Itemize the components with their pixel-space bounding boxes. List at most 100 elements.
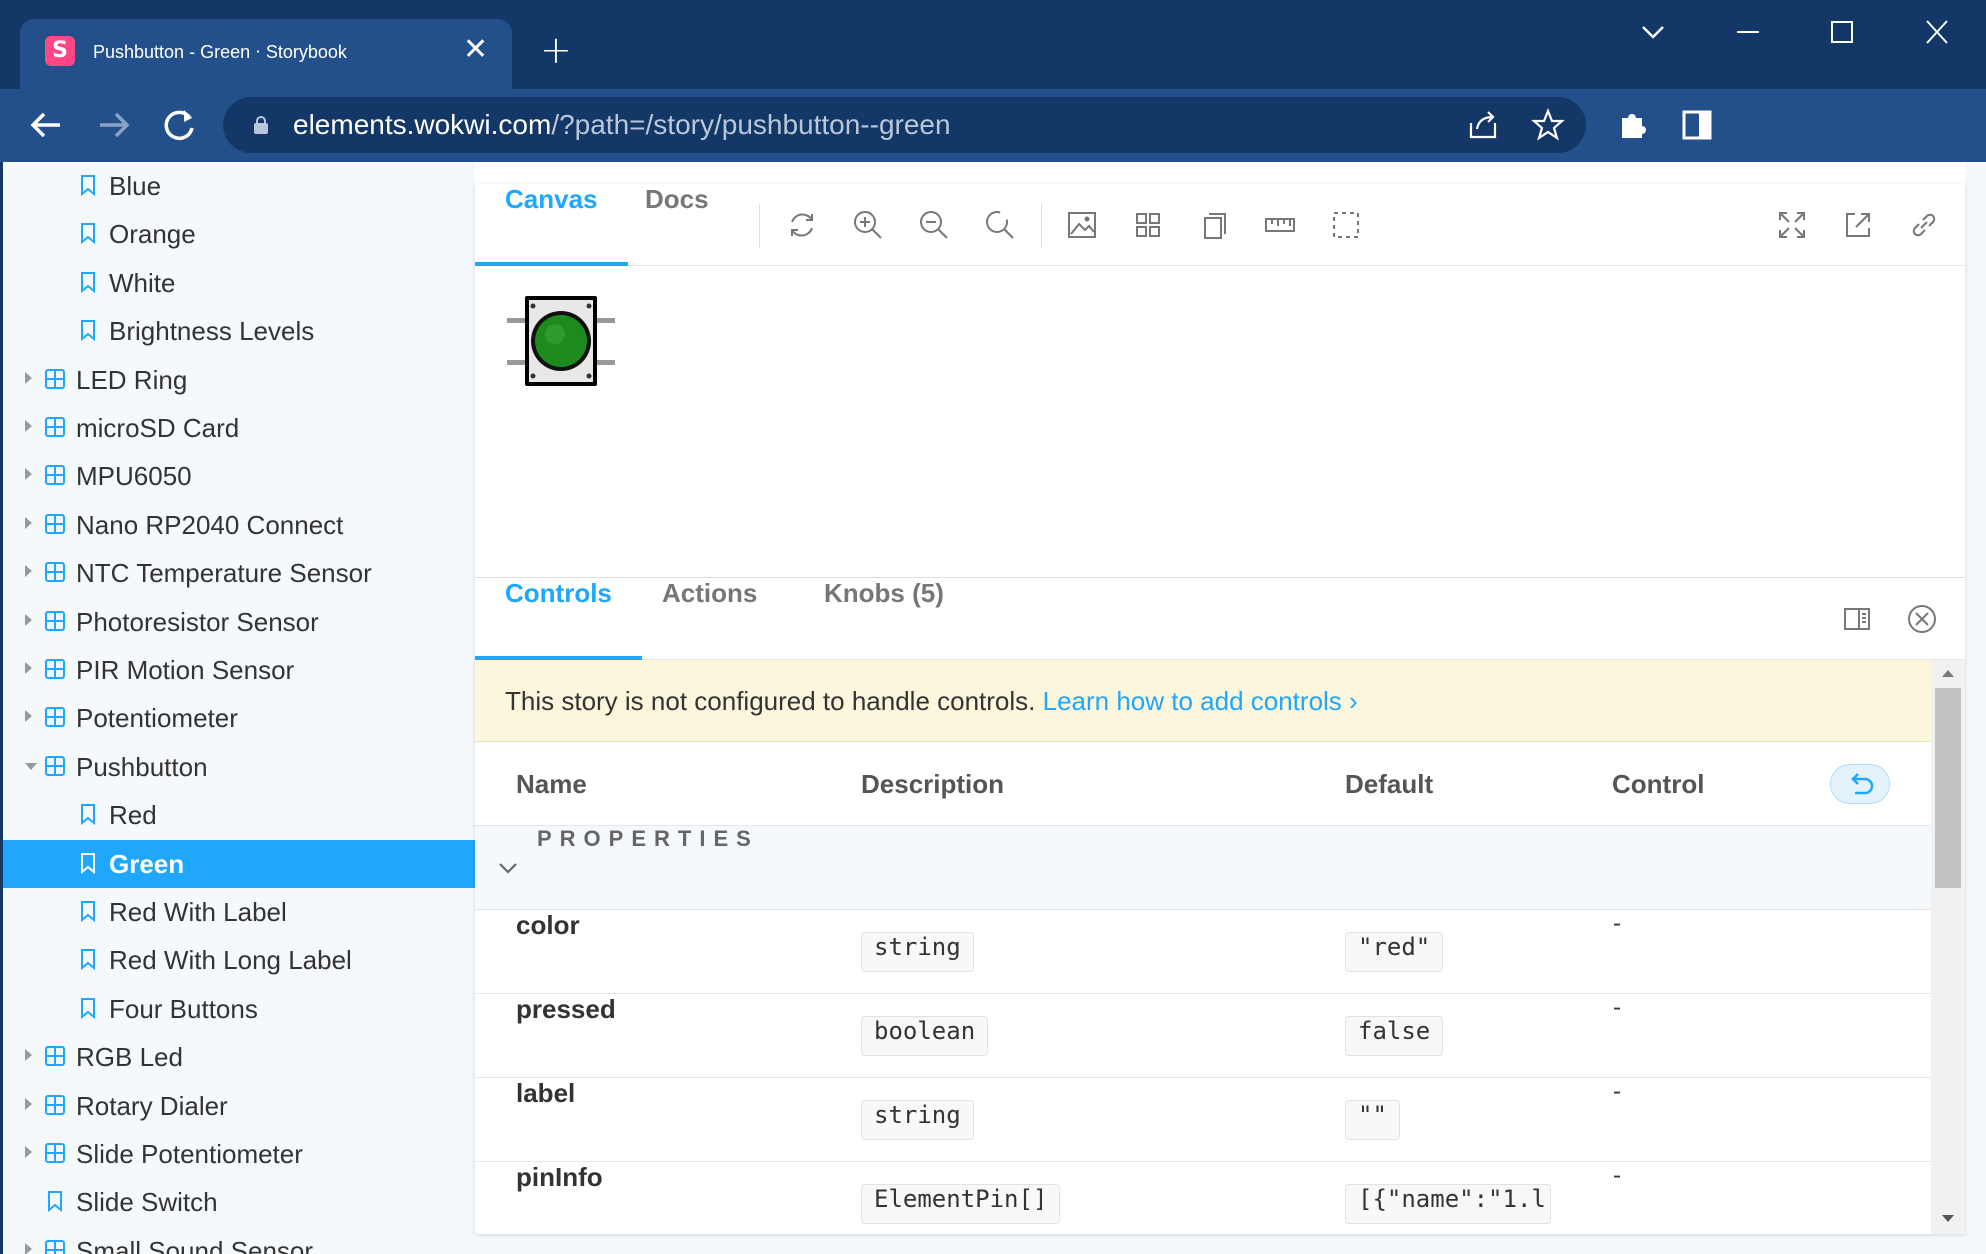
sidebar-item[interactable]: Blue — [3, 162, 475, 210]
sidebar-item[interactable]: LED Ring — [3, 356, 475, 404]
share-icon[interactable] — [1463, 105, 1503, 145]
sidebar-item[interactable]: MPU6050 — [3, 452, 475, 500]
zoom-out-icon[interactable] — [917, 208, 951, 242]
reload-story-icon[interactable] — [785, 208, 819, 242]
sidebar-item[interactable]: RGB Led — [3, 1033, 475, 1081]
collapsed-arrow-icon — [25, 662, 32, 674]
zoom-in-icon[interactable] — [851, 208, 885, 242]
expanded-arrow-icon — [25, 762, 37, 770]
sidebar-item-label: NTC Temperature Sensor — [76, 558, 372, 589]
open-new-tab-icon[interactable] — [1841, 208, 1875, 242]
column-default: Default — [1345, 769, 1434, 799]
storybook-sidebar: Blue Orange White Brightness Levels LED Ring… — [0, 162, 475, 1254]
table-row: color string "red" - — [475, 910, 1931, 994]
minimize-icon[interactable] — [1735, 12, 1761, 63]
bookmark-icon — [81, 852, 95, 874]
fullscreen-icon[interactable] — [1775, 208, 1809, 242]
tab-title: Pushbutton - Green ⋅ Storybook — [93, 42, 347, 62]
back-icon[interactable] — [22, 100, 72, 150]
collapsed-arrow-icon — [25, 1242, 32, 1254]
bookmark-icon — [81, 949, 95, 971]
sidebar-item[interactable]: White — [3, 259, 475, 307]
sidebar-item-label: Red With Long Label — [109, 945, 352, 976]
plus-icon[interactable]: + — [540, 30, 572, 70]
sidebar-icon[interactable] — [1672, 100, 1722, 150]
undo-icon — [1851, 773, 1874, 795]
star-icon[interactable] — [1528, 105, 1568, 145]
sidebar-item-label: Red — [109, 800, 157, 831]
component-icon — [45, 417, 65, 437]
component-icon — [45, 465, 65, 486]
column-name: Name — [516, 769, 587, 799]
reload-icon[interactable] — [154, 100, 204, 150]
sidebar-item[interactable]: Green — [3, 839, 475, 888]
measure-icon[interactable] — [1263, 208, 1297, 242]
scroll-down-icon[interactable] — [1941, 1214, 1955, 1224]
toolbar-divider — [759, 204, 760, 248]
outline-icon[interactable] — [1329, 208, 1363, 242]
bookmark-icon — [81, 997, 95, 1019]
chevron-down-icon[interactable] — [1640, 12, 1666, 63]
component-icon — [45, 1239, 65, 1254]
close-icon[interactable]: ✕ — [463, 33, 488, 67]
component-icon — [45, 368, 65, 389]
sidebar-item[interactable]: Potentiometer — [3, 694, 475, 742]
sidebar-item[interactable]: Slide Switch — [3, 1178, 475, 1226]
tab-docs[interactable]: Docs — [615, 184, 739, 266]
sidebar-item[interactable]: PIR Motion Sensor — [3, 646, 475, 694]
sidebar-item[interactable]: Orange — [3, 210, 475, 258]
sidebar-item-label: Photoresistor Sensor — [76, 606, 319, 637]
sidebar-item[interactable]: Rotary Dialer — [3, 1082, 475, 1130]
sidebar-item[interactable]: Photoresistor Sensor — [3, 598, 475, 646]
sidebar-item[interactable]: Nano RP2040 Connect — [3, 501, 475, 549]
sidebar-item-label: RGB Led — [76, 1042, 183, 1073]
sidebar-item[interactable]: Brightness Levels — [3, 307, 475, 355]
sidebar-item-label: MPU6050 — [76, 461, 192, 492]
sidebar-item[interactable]: Red With Label — [3, 888, 475, 936]
preview-toolbar: Canvas Docs — [475, 184, 1965, 266]
tab-controls[interactable]: Controls — [475, 578, 642, 660]
scrollbar[interactable] — [1931, 660, 1965, 1234]
browser-tab[interactable]: S Pushbutton - Green ⋅ Storybook ✕ — [20, 19, 512, 89]
maximize-icon[interactable] — [1829, 12, 1855, 63]
sidebar-item[interactable]: Red With Long Label — [3, 936, 475, 984]
component-icon — [45, 513, 65, 534]
grid-icon[interactable] — [1131, 208, 1165, 242]
copy-link-icon[interactable] — [1907, 208, 1941, 242]
zoom-reset-icon[interactable] — [983, 208, 1017, 242]
address-bar[interactable]: elements.wokwi.com/?path=/story/pushbutt… — [223, 97, 1586, 153]
sidebar-item[interactable]: Red — [3, 791, 475, 839]
component-icon — [45, 562, 65, 583]
sidebar-item[interactable]: Small Sound Sensor — [3, 1227, 475, 1254]
panel-orientation-icon[interactable] — [1840, 602, 1874, 636]
collapsed-arrow-icon — [25, 1146, 32, 1158]
bookmark-icon — [48, 1191, 62, 1213]
reset-controls-button[interactable] — [1830, 764, 1890, 804]
viewport-icon[interactable] — [1197, 208, 1231, 242]
component-icon — [45, 1094, 65, 1115]
learn-controls-link[interactable]: Learn how to add controls › — [1043, 686, 1358, 716]
close-window-icon[interactable] — [1924, 12, 1950, 63]
close-panel-icon[interactable] — [1905, 602, 1939, 636]
bookmark-icon — [81, 175, 95, 196]
pushbutton-element[interactable] — [507, 294, 615, 390]
sidebar-item[interactable]: NTC Temperature Sensor — [3, 549, 475, 597]
tab-knobs[interactable]: Knobs (5) — [794, 578, 974, 660]
scrollbar-thumb[interactable] — [1935, 688, 1961, 888]
sidebar-item-label: Brightness Levels — [109, 316, 315, 347]
arg-name: pressed — [516, 994, 616, 1024]
sidebar-item[interactable]: Four Buttons — [3, 985, 475, 1033]
sidebar-item[interactable]: microSD Card — [3, 404, 475, 452]
sidebar-item-label: Nano RP2040 Connect — [76, 509, 344, 540]
properties-section-toggle[interactable]: PROPERTIES — [475, 826, 1931, 910]
tab-canvas[interactable]: Canvas — [475, 184, 628, 266]
extensions-icon[interactable] — [1608, 100, 1658, 150]
sidebar-item-label: Orange — [109, 219, 196, 250]
sidebar-item[interactable]: Pushbutton — [3, 743, 475, 791]
arg-name: pinInfo — [516, 1162, 603, 1192]
tab-actions[interactable]: Actions — [632, 578, 787, 660]
scroll-up-icon[interactable] — [1941, 668, 1955, 678]
sidebar-item[interactable]: Slide Potentiometer — [3, 1130, 475, 1178]
forward-icon[interactable] — [88, 100, 138, 150]
background-image-icon[interactable] — [1065, 208, 1099, 242]
